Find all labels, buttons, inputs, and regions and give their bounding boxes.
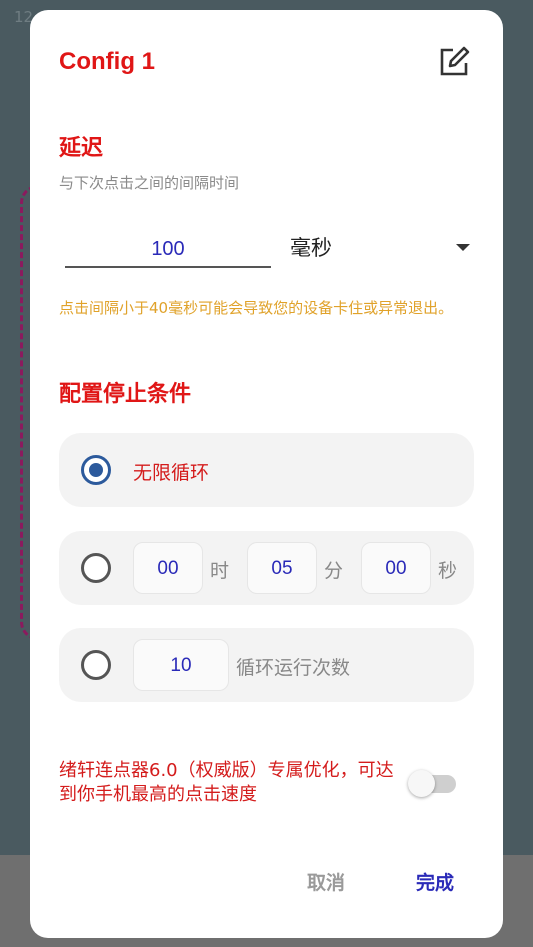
optimization-toggle[interactable]	[408, 770, 458, 797]
option-loop-count[interactable]: 10 循环运行次数	[59, 628, 474, 702]
loop-count-input[interactable]: 10	[133, 639, 229, 691]
cancel-button[interactable]: 取消	[307, 868, 345, 895]
infinite-loop-label: 无限循环	[133, 462, 210, 484]
minutes-unit: 分	[324, 560, 344, 582]
delay-input[interactable]	[65, 232, 271, 268]
done-button[interactable]: 完成	[416, 868, 454, 895]
delay-unit-select[interactable]: 毫秒	[290, 230, 470, 268]
optimization-text: 绪轩连点器6.0（权威版）专属优化，可达到你手机最高的点击速度	[59, 760, 394, 805]
minutes-input[interactable]: 05	[247, 542, 317, 594]
edit-icon[interactable]	[438, 46, 470, 78]
radio-loop-count[interactable]	[81, 650, 111, 680]
delay-warning: 点击间隔小于40毫秒可能会导致您的设备卡住或异常退出。	[59, 299, 454, 317]
radio-timer[interactable]	[81, 553, 111, 583]
hours-unit: 时	[210, 560, 230, 582]
dropdown-arrow-icon	[456, 244, 470, 251]
config-dialog: Config 1 延迟 与下次点击之间的间隔时间 毫秒 点击间隔小于40毫秒可能…	[30, 10, 503, 938]
radio-infinite-loop[interactable]	[81, 455, 111, 485]
option-infinite-loop[interactable]: 无限循环	[59, 433, 474, 507]
seconds-unit: 秒	[438, 560, 458, 582]
option-timer[interactable]: 00 时 05 分 00 秒	[59, 531, 474, 605]
hours-input[interactable]: 00	[133, 542, 203, 594]
loop-count-label: 循环运行次数	[236, 657, 351, 679]
delay-heading: 延迟	[59, 136, 104, 161]
dialog-title: Config 1	[59, 48, 155, 75]
delay-unit-label: 毫秒	[290, 236, 332, 260]
seconds-input[interactable]: 00	[361, 542, 431, 594]
stop-condition-heading: 配置停止条件	[59, 382, 192, 407]
delay-subtitle: 与下次点击之间的间隔时间	[59, 174, 240, 192]
toggle-thumb	[408, 770, 435, 797]
